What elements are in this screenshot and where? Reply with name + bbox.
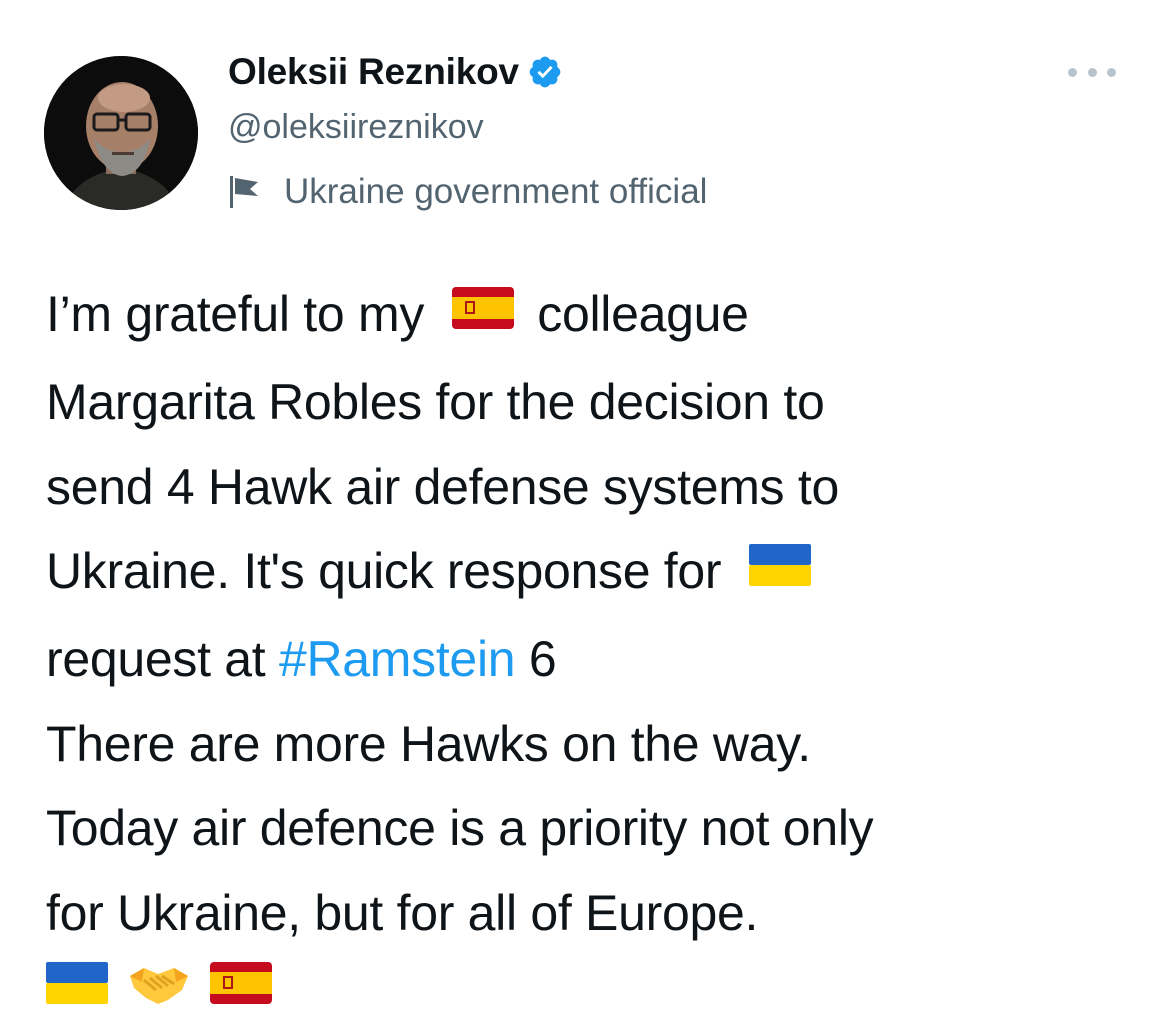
tweet-line: There are more Hawks on the way. [46, 715, 811, 772]
tweet-text: I’m grateful to my colleague Margarita R… [46, 272, 1141, 955]
more-dot [1068, 67, 1077, 77]
tweet: Oleksii Reznikov @oleksiireznikov Ukrain… [0, 0, 1153, 1029]
tweet-line: I’m grateful to my colleague [46, 272, 1141, 360]
tweet-text-segment: Ukraine. It's quick response for [46, 543, 722, 600]
ukraine-flag-emoji [46, 962, 108, 1009]
tweet-text-segment: 6 [528, 631, 557, 688]
tweet-header: Oleksii Reznikov @oleksiireznikov Ukrain… [228, 44, 707, 214]
author-handle[interactable]: @oleksiireznikov [228, 108, 707, 152]
tweet-line: send 4 Hawk air defense systems to [46, 458, 839, 515]
spain-flag-emoji [210, 962, 272, 1009]
handshake-emoji [128, 960, 190, 1011]
avatar[interactable] [44, 56, 198, 210]
tweet-line: Margarita Robles for the decision to [46, 374, 825, 431]
tweet-text-segment: I’m grateful to my [46, 286, 425, 342]
hashtag-link[interactable]: #Ramstein [279, 631, 516, 687]
verified-badge-icon [527, 54, 563, 90]
tweet-line: for Ukraine, but for all of Europe. [46, 884, 759, 941]
name-row: Oleksii Reznikov [228, 44, 707, 100]
tweet-line: request at #Ramstein 6 [46, 617, 1141, 702]
more-dot [1087, 67, 1097, 77]
emoji-row [46, 960, 272, 1011]
affiliation-label: Ukraine government official [228, 170, 707, 214]
more-dot [1107, 67, 1116, 77]
author-name[interactable]: Oleksii Reznikov [228, 51, 519, 93]
government-flag-icon [228, 174, 262, 210]
spain-flag-emoji [451, 270, 514, 355]
avatar-photo [44, 56, 198, 210]
tweet-line: Today air defence is a priority not only [46, 800, 874, 857]
more-options-icon[interactable] [1068, 60, 1116, 84]
affiliation-text: Ukraine government official [284, 172, 708, 211]
tweet-text-segment: request at [46, 631, 266, 688]
tweet-text-segment: colleague [537, 286, 749, 342]
ukraine-flag-emoji [748, 527, 811, 612]
tweet-line: Ukraine. It's quick response for [46, 529, 1141, 617]
